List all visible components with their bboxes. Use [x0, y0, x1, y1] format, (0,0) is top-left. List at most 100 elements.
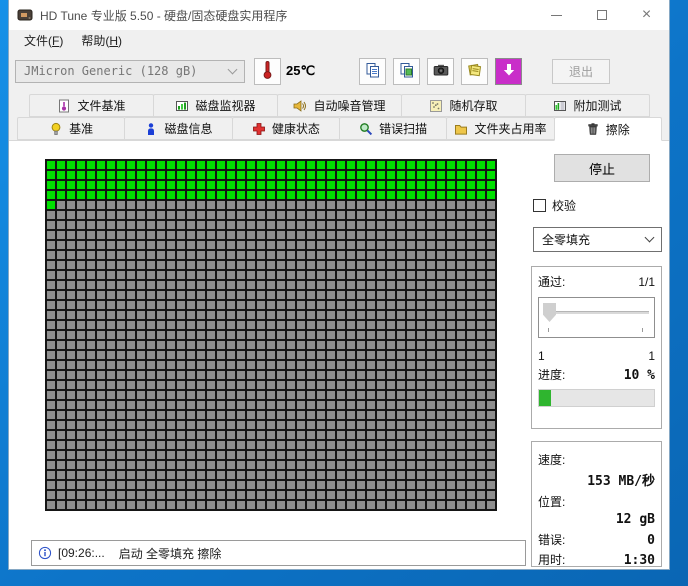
grid-cell [147, 211, 155, 219]
grid-cell [177, 201, 185, 209]
grid-cell [67, 311, 75, 319]
grid-cell [227, 381, 235, 389]
verify-checkbox[interactable] [533, 199, 546, 212]
grid-cell [277, 231, 285, 239]
grid-cell [57, 471, 65, 479]
grid-cell [147, 381, 155, 389]
stop-button[interactable]: 停止 [554, 154, 650, 182]
grid-cell [327, 201, 335, 209]
grid-cell [257, 351, 265, 359]
tab-folder-usage[interactable]: 文件夹占用率 [446, 117, 555, 140]
grid-cell [347, 171, 355, 179]
grid-cell [287, 361, 295, 369]
grid-cell [67, 331, 75, 339]
tab-extra-tests[interactable]: 附加测试 [525, 94, 650, 117]
grid-cell [367, 441, 375, 449]
grid-cell [127, 281, 135, 289]
grid-cell [197, 381, 205, 389]
grid-cell [137, 241, 145, 249]
verify-checkbox-row[interactable]: 校验 [533, 197, 576, 214]
grid-cell [367, 461, 375, 469]
window-titlebar[interactable]: HD Tune 专业版 5.50 - 硬盘/固态硬盘实用程序 × [9, 0, 669, 30]
grid-cell [77, 191, 85, 199]
grid-cell [247, 191, 255, 199]
grid-cell [457, 391, 465, 399]
speaker-icon [293, 99, 307, 113]
grid-cell [167, 181, 175, 189]
grid-cell [317, 251, 325, 259]
grid-cell [467, 201, 475, 209]
grid-cell [327, 431, 335, 439]
grid-cell [387, 431, 395, 439]
grid-cell [177, 241, 185, 249]
temperature-button[interactable] [254, 57, 281, 85]
grid-cell [247, 421, 255, 429]
grid-cell [297, 361, 305, 369]
drive-select[interactable]: JMicron Generic (128 gB) [15, 59, 245, 83]
grid-cell [297, 401, 305, 409]
grid-cell [147, 161, 155, 169]
grid-cell [117, 271, 125, 279]
tab-random-access[interactable]: 随机存取 [401, 94, 526, 117]
grid-cell [327, 181, 335, 189]
screenshot-button[interactable] [427, 57, 455, 85]
copy-text-button[interactable] [359, 57, 387, 85]
grid-cell [97, 301, 105, 309]
pass-count-slider[interactable] [538, 297, 655, 338]
copy-image-button[interactable] [393, 57, 421, 85]
grid-cell [217, 241, 225, 249]
grid-cell [157, 391, 165, 399]
grid-cell [237, 201, 245, 209]
grid-cell [167, 291, 175, 299]
grid-cell [467, 501, 475, 509]
maximize-button[interactable] [579, 0, 624, 30]
grid-cell [137, 321, 145, 329]
grid-cell [157, 411, 165, 419]
tab-erase[interactable]: 擦除 [553, 117, 662, 141]
grid-cell [397, 231, 405, 239]
verify-label: 校验 [552, 199, 577, 213]
grid-cell [487, 371, 495, 379]
slider-thumb[interactable] [543, 303, 556, 322]
tab-file-benchmark[interactable]: 文件基准 [29, 94, 154, 117]
grid-cell [187, 211, 195, 219]
menu-file[interactable]: 文件(F) [15, 30, 72, 51]
grid-cell [57, 181, 65, 189]
grid-cell [77, 231, 85, 239]
grid-cell [367, 361, 375, 369]
grid-cell [307, 471, 315, 479]
save-results-button[interactable] [495, 57, 523, 85]
grid-cell [347, 271, 355, 279]
grid-cell [117, 291, 125, 299]
grid-cell [427, 371, 435, 379]
tab-disk-monitor[interactable]: 磁盘监视器 [153, 94, 278, 117]
grid-cell [217, 501, 225, 509]
close-button[interactable]: × [624, 0, 669, 30]
fill-mode-select[interactable]: 全零填充 [533, 227, 662, 252]
tab-disk-info[interactable]: 磁盘信息 [124, 117, 233, 140]
tab-error-scan[interactable]: 错误扫描 [338, 117, 448, 140]
exit-button[interactable]: 退出 [552, 58, 611, 84]
notes-button[interactable] [461, 57, 489, 85]
grid-cell [227, 421, 235, 429]
grid-cell [457, 201, 465, 209]
minimize-button[interactable] [534, 0, 579, 30]
tab-health[interactable]: 健康状态 [231, 117, 340, 140]
grid-cell [477, 231, 485, 239]
grid-cell [257, 161, 265, 169]
grid-cell [267, 401, 275, 409]
tab-aam[interactable]: 自动噪音管理 [277, 94, 402, 117]
grid-cell [357, 471, 365, 479]
grid-cell [77, 171, 85, 179]
tab-benchmark[interactable]: 基准 [17, 117, 126, 140]
grid-cell [277, 481, 285, 489]
grid-cell [417, 301, 425, 309]
grid-cell [217, 251, 225, 259]
menu-help[interactable]: 帮助(H) [72, 30, 131, 51]
grid-cell [367, 471, 375, 479]
grid-cell [67, 351, 75, 359]
grid-cell [257, 381, 265, 389]
grid-cell [177, 261, 185, 269]
grid-cell [47, 471, 55, 479]
grid-cell [227, 361, 235, 369]
